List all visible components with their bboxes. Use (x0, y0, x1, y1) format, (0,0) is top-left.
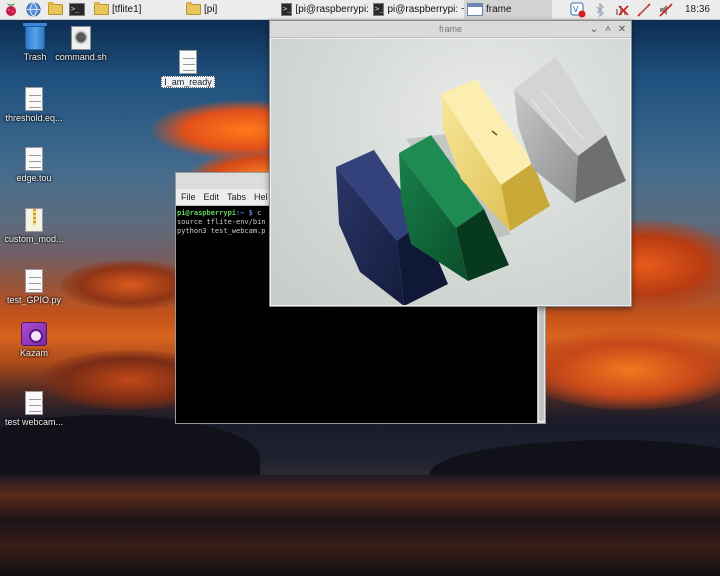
system-tray: V 18:36 (567, 0, 720, 20)
window-title: frame (438, 24, 462, 34)
window-controls: ⌄ ˄ ✕ (588, 21, 628, 38)
taskbar-task[interactable]: [pi] (183, 0, 278, 20)
network-tray-button[interactable] (611, 0, 633, 20)
archive-icon (25, 208, 43, 232)
network-status-button[interactable] (633, 0, 655, 20)
globe-icon (26, 2, 40, 17)
network-disconnected-icon (616, 4, 629, 16)
document-icon (25, 147, 43, 171)
desktop-icon-edge[interactable]: edge.tou (0, 147, 71, 183)
folder-icon (186, 2, 201, 15)
bluetooth-tray-button[interactable] (589, 0, 611, 20)
document-icon (25, 269, 43, 293)
terminal-launcher[interactable]: >_ (66, 0, 88, 20)
vnc-icon: V (570, 2, 586, 17)
desktop-icon-label: Kazam (19, 348, 48, 358)
desktop-icon-threshold[interactable]: threshold.eq... (0, 87, 71, 123)
document-icon (25, 391, 43, 415)
clock[interactable]: 18:36 (677, 4, 720, 15)
document-icon (25, 87, 43, 111)
svg-text:V: V (573, 5, 579, 14)
taskbar-task[interactable]: >_ pi@raspberrypi: ~ (370, 0, 464, 20)
prompt-path: :~ $ (236, 209, 253, 217)
desktop-icon-label: threshold.eq... (5, 113, 63, 123)
desktop-icon-test-webcam[interactable]: test webcam... (0, 391, 71, 427)
prompt-command: c (252, 209, 262, 217)
desktop-icon-label: test webcam... (4, 417, 64, 427)
volume-tray-button[interactable] (655, 0, 677, 20)
prompt-user: pi@raspberrypi (177, 209, 237, 217)
desktop-icon-i-am-ready[interactable]: I_am_ready (151, 50, 225, 90)
close-button[interactable]: ✕ (616, 24, 628, 35)
menu-file[interactable]: File (181, 192, 196, 202)
menu-help[interactable]: Hel (254, 192, 268, 202)
desktop-icon-label: I_am_ready (161, 76, 215, 88)
taskbar-task-label: pi@raspberrypi: ~ (387, 4, 464, 15)
taskbar-task-label: [pi] (204, 4, 218, 15)
document-icon (179, 50, 197, 74)
window-icon (467, 3, 483, 16)
taskbar-task-label: [pi@raspberrypi:... (295, 4, 370, 15)
terminal-line: source tflite-env/bin (177, 218, 266, 226)
folder-icon (47, 2, 63, 15)
desktop-icon-test-gpio[interactable]: test_GPIO.py (0, 269, 71, 305)
connection-icon (637, 2, 651, 17)
lake-reflection (0, 475, 720, 576)
terminal-icon: >_ (373, 3, 385, 16)
kazam-icon (21, 322, 47, 346)
taskbar-task[interactable]: >_ [pi@raspberrypi:... (278, 0, 370, 20)
terminal-icon: >_ (69, 3, 85, 16)
trash-icon (23, 23, 47, 50)
file-manager-launcher[interactable] (44, 0, 66, 20)
frame-titlebar[interactable]: frame ⌄ ˄ ✕ (270, 21, 631, 38)
frame-window[interactable]: frame ⌄ ˄ ✕ (269, 20, 632, 307)
taskbar-task-label: frame (486, 4, 512, 15)
taskbar-task[interactable]: [tflite1] (88, 0, 183, 20)
desktop-icon-label: edge.tou (16, 173, 52, 183)
menu-edit[interactable]: Edit (204, 192, 220, 202)
taskbar: >_ [tflite1] [pi] >_ [pi@raspberrypi:...… (0, 0, 720, 20)
web-browser-launcher[interactable] (22, 0, 44, 20)
raspberry-icon (6, 2, 16, 16)
desktop-icon-custom-model[interactable]: custom_mod... (0, 208, 71, 244)
desktop-icon-label: custom_mod... (4, 234, 64, 244)
vnc-tray-button[interactable]: V (567, 0, 589, 20)
webcam-view (271, 39, 630, 305)
sunset-cloud (520, 330, 720, 410)
minimize-button[interactable]: ⌄ (588, 24, 600, 35)
volume-muted-icon (659, 2, 673, 17)
bluetooth-icon (596, 2, 604, 17)
desktop-icon-label: command.sh (55, 52, 107, 62)
folder-icon (94, 2, 109, 15)
terminal-line: python3 test_webcam.p (177, 227, 266, 235)
raspberry-menu-button[interactable] (0, 0, 22, 20)
desktop-icon-label: test_GPIO.py (6, 295, 62, 305)
menu-tabs[interactable]: Tabs (227, 192, 246, 202)
maximize-button[interactable]: ˄ (602, 24, 614, 35)
desktop-icon-command-sh[interactable]: ⚙ command.sh (44, 26, 118, 62)
taskbar-task-label: [tflite1] (112, 4, 142, 15)
terminal-icon: >_ (281, 3, 293, 16)
desktop-icon-kazam[interactable]: Kazam (0, 322, 71, 358)
webcam-image (336, 57, 626, 305)
taskbar-task-active[interactable]: frame (464, 0, 552, 20)
script-icon: ⚙ (71, 26, 91, 50)
